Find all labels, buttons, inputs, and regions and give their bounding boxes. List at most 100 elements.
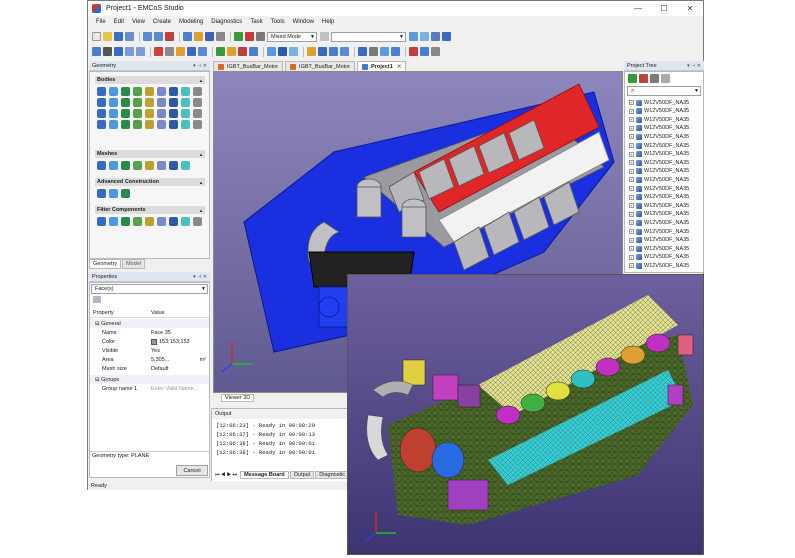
- body-tool-icon[interactable]: [157, 109, 166, 118]
- menu-tools[interactable]: Tools: [271, 19, 285, 25]
- menu-window[interactable]: Window: [293, 19, 314, 25]
- properties-pin-icon[interactable]: ▾ ⊣ ✕: [193, 274, 207, 280]
- expand-icon[interactable]: +: [629, 125, 634, 131]
- distribute-icon[interactable]: [369, 47, 378, 56]
- pan-icon[interactable]: [154, 47, 163, 56]
- bodies-header[interactable]: Bodies: [97, 77, 115, 83]
- save-icon[interactable]: [114, 32, 123, 41]
- cable-icon[interactable]: [340, 47, 349, 56]
- expand-icon[interactable]: +: [629, 151, 634, 157]
- mesh-icon[interactable]: [267, 47, 276, 56]
- maximize-button[interactable]: ☐: [651, 1, 677, 16]
- meshes-header[interactable]: Meshes: [97, 151, 117, 157]
- tree-search-input[interactable]: ⌕ ▼: [627, 86, 701, 96]
- mesh-tool-icon[interactable]: [133, 161, 142, 170]
- body-tool-icon[interactable]: [169, 87, 178, 96]
- mesh-tool-icon[interactable]: [169, 161, 178, 170]
- expand-icon[interactable]: +: [629, 143, 634, 148]
- body-tool-icon[interactable]: [169, 98, 178, 107]
- tab-message-board[interactable]: Message Board: [240, 471, 289, 479]
- body-tool-icon[interactable]: [133, 120, 142, 129]
- body-tool-icon[interactable]: [145, 87, 154, 96]
- rotate-icon[interactable]: [114, 47, 123, 56]
- probe-icon[interactable]: [307, 47, 316, 56]
- expand-icon[interactable]: +: [629, 220, 634, 226]
- close-tab-icon[interactable]: ✕: [397, 64, 402, 70]
- body-tool-icon[interactable]: [97, 120, 106, 129]
- advanced-tool-icon[interactable]: [97, 189, 106, 198]
- body-tool-icon[interactable]: [169, 120, 178, 129]
- expand-icon[interactable]: +: [629, 168, 634, 174]
- import-icon[interactable]: [409, 32, 418, 41]
- body-tool-icon[interactable]: [181, 120, 190, 129]
- body-tool-icon[interactable]: [121, 98, 130, 107]
- stop-icon[interactable]: [245, 32, 254, 41]
- minimize-button[interactable]: —: [625, 1, 651, 16]
- body-tool-icon[interactable]: [121, 109, 130, 118]
- tree-add-icon[interactable]: [628, 74, 637, 83]
- align-icon[interactable]: [358, 47, 367, 56]
- expand-icon[interactable]: +: [629, 211, 634, 217]
- filter-tool-icon[interactable]: [121, 217, 130, 226]
- body-tool-icon[interactable]: [181, 98, 190, 107]
- body-tool-icon[interactable]: [121, 87, 130, 96]
- sort-icon[interactable]: [93, 296, 101, 303]
- undo-icon[interactable]: [143, 32, 152, 41]
- shaded-icon[interactable]: [289, 47, 298, 56]
- selection-type-select[interactable]: Face(s) ▼: [91, 284, 208, 294]
- expand-icon[interactable]: +: [629, 117, 634, 123]
- menu-modeling[interactable]: Modeling: [179, 19, 203, 25]
- section-icon[interactable]: [238, 47, 247, 56]
- tab-igbt-busbar-2[interactable]: IGBT_BusBar_Motor: [285, 61, 356, 71]
- filter-tool-icon[interactable]: [97, 217, 106, 226]
- eye-icon[interactable]: [256, 32, 265, 41]
- open-folder-icon[interactable]: [103, 32, 112, 41]
- tab-igbt-busbar-1[interactable]: IGBT_BusBar_Motor: [213, 61, 284, 71]
- menu-edit[interactable]: Edit: [114, 19, 124, 25]
- property-row-name[interactable]: Name Face 35: [90, 328, 209, 337]
- front-view-icon[interactable]: [176, 47, 185, 56]
- tree-pin-icon[interactable]: ▾ ⊣ ✕: [687, 63, 701, 69]
- export-icon[interactable]: [420, 32, 429, 41]
- new-file-icon[interactable]: [92, 32, 101, 41]
- expand-icon[interactable]: +: [629, 134, 634, 140]
- shape-icon[interactable]: [194, 32, 203, 41]
- filter-tool-icon[interactable]: [109, 217, 118, 226]
- mesh-tool-icon[interactable]: [109, 161, 118, 170]
- tree-collapse-icon[interactable]: [661, 74, 670, 83]
- tab-geometry[interactable]: Geometry: [89, 259, 122, 269]
- body-tool-icon[interactable]: [97, 98, 106, 107]
- plugin-icon[interactable]: [420, 47, 429, 56]
- wire-icon[interactable]: [329, 47, 338, 56]
- panel-pin-icon[interactable]: ▾ ⊣ ✕: [193, 63, 207, 69]
- body-tool-icon[interactable]: [181, 87, 190, 96]
- tab-model[interactable]: Model: [122, 259, 146, 269]
- body-tool-icon[interactable]: [109, 109, 118, 118]
- body-tool-icon[interactable]: [193, 87, 202, 96]
- filter-icon[interactable]: [320, 32, 329, 41]
- menu-task[interactable]: Task: [250, 19, 262, 25]
- color-swatch[interactable]: [151, 338, 157, 345]
- filter-tool-icon[interactable]: [193, 217, 202, 226]
- expand-icon[interactable]: +: [629, 100, 634, 105]
- zoom-icon[interactable]: [125, 47, 134, 56]
- tree-remove-icon[interactable]: [639, 74, 648, 83]
- group-name-input[interactable]: Enter Valid Name...: [151, 386, 198, 392]
- property-row-visible[interactable]: Visible Yes: [90, 346, 209, 355]
- menu-file[interactable]: File: [96, 19, 106, 25]
- expand-icon[interactable]: +: [629, 186, 634, 191]
- tab-viewer-3d[interactable]: Viewer 3D: [221, 393, 255, 402]
- close-button[interactable]: ✕: [677, 1, 703, 16]
- body-tool-icon[interactable]: [109, 120, 118, 129]
- filter-tool-icon[interactable]: [133, 217, 142, 226]
- body-tool-icon[interactable]: [109, 87, 118, 96]
- body-tool-icon[interactable]: [145, 120, 154, 129]
- zoom-in-icon[interactable]: [136, 47, 145, 56]
- body-tool-icon[interactable]: [169, 109, 178, 118]
- mode-select[interactable]: Mixed Mode ▼: [267, 31, 317, 42]
- body-tool-icon[interactable]: [145, 109, 154, 118]
- top-view-icon[interactable]: [187, 47, 196, 56]
- expand-icon[interactable]: +: [629, 194, 634, 200]
- body-tool-icon[interactable]: [145, 98, 154, 107]
- wireframe-icon[interactable]: [249, 47, 258, 56]
